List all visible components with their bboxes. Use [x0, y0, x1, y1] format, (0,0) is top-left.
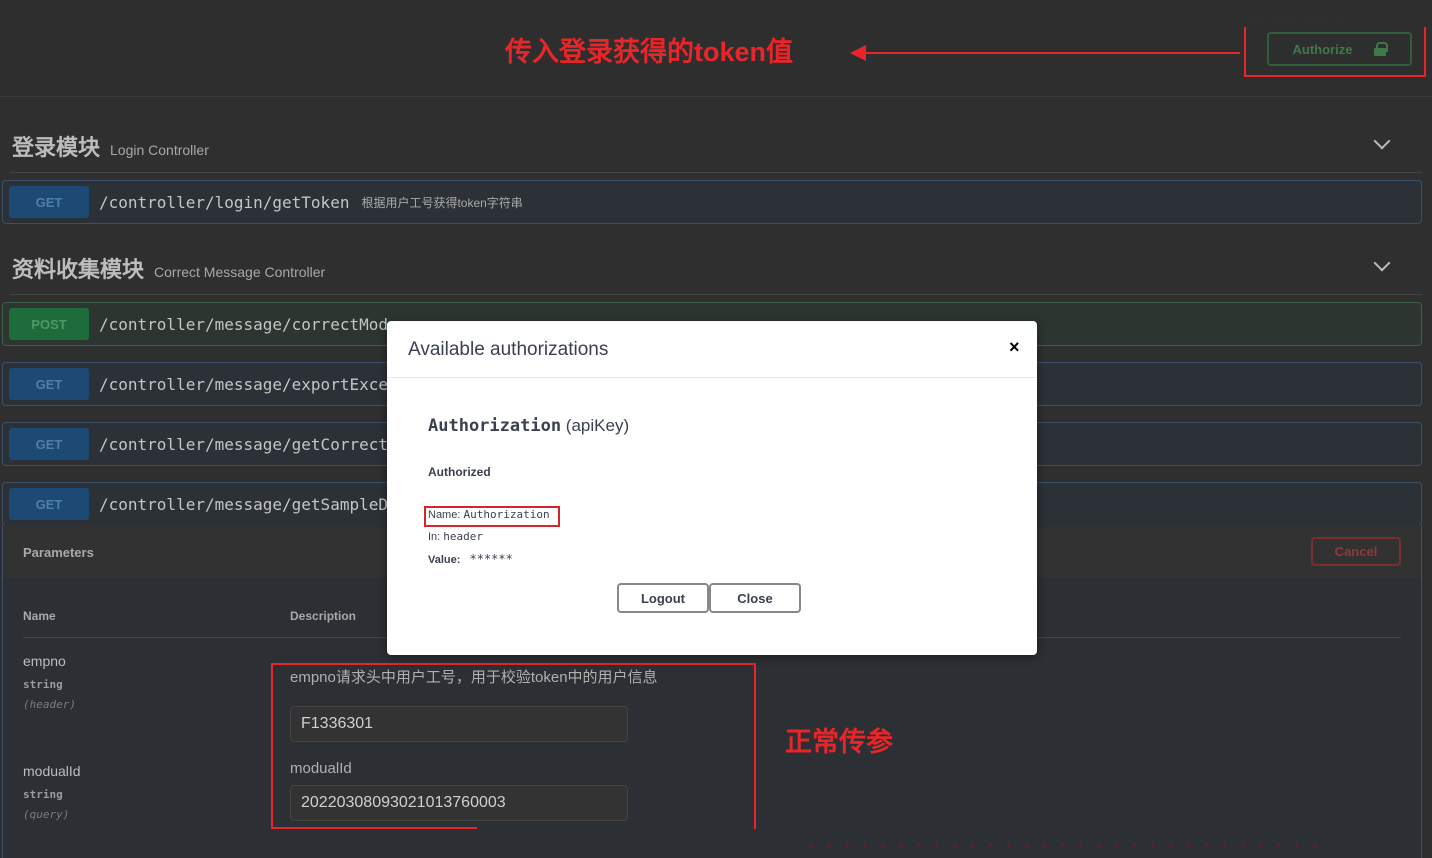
operation-path: /controller/message/correctMod [99, 314, 388, 334]
param-in: (header) [23, 698, 76, 711]
param-type: string [23, 788, 63, 801]
operation-path: /controller/message/getSampleD [99, 494, 388, 514]
parameters-title: Parameters [23, 545, 94, 560]
annotation-box-params-edge [271, 827, 477, 829]
divider [10, 294, 1422, 295]
operation-path: /controller/login/getToken [99, 192, 350, 212]
auth-value-label: Value: [428, 554, 461, 566]
chevron-down-icon[interactable] [1373, 132, 1391, 150]
modal-header: Available authorizations × [387, 321, 1037, 378]
close-button[interactable]: Close [709, 583, 801, 613]
logout-button[interactable]: Logout [617, 583, 709, 613]
auth-in-row: In: header [428, 530, 483, 543]
param-name: empno [23, 653, 66, 669]
operation-get-token[interactable]: GET /controller/login/getToken 根据用户工号获得t… [2, 180, 1422, 224]
annotation-box-params [271, 663, 756, 829]
auth-status: Authorized [428, 465, 491, 479]
method-badge: GET [9, 368, 89, 400]
auth-in-value: header [443, 530, 484, 543]
method-badge: GET [9, 488, 89, 520]
section-title: 登录模块 [12, 135, 101, 160]
column-header-description: Description [290, 609, 357, 623]
column-header-name: Name [23, 609, 56, 623]
method-badge: GET [9, 428, 89, 460]
auth-value-row: Value: ****** [428, 552, 513, 566]
annotation-normal-note: 正常传参 [785, 727, 893, 757]
watermark: ····························· [805, 822, 1327, 858]
section-header-login[interactable]: 登录模块 Login Controller [12, 130, 209, 162]
annotation-box-authorize [1244, 27, 1426, 77]
auth-in-label: In: [428, 531, 441, 543]
annotation-token-note: 传入登录获得的token值 [505, 37, 794, 67]
chevron-down-icon[interactable] [1373, 254, 1391, 272]
operation-path: /controller/message/exportExce [99, 374, 388, 394]
section-subtitle: Login Controller [110, 142, 209, 158]
modal-title: Available authorizations [408, 339, 609, 360]
auth-scheme-name: Authorization [428, 416, 562, 436]
cancel-button[interactable]: Cancel [1311, 537, 1401, 566]
close-icon[interactable]: × [1009, 337, 1020, 358]
section-header-message[interactable]: 资料收集模块 Correct Message Controller [12, 252, 325, 284]
annotation-box-name [424, 506, 560, 527]
param-type: string [23, 678, 63, 691]
operation-path: /controller/message/getCorrect [99, 434, 388, 454]
param-name: modualId [23, 763, 81, 779]
section-title: 资料收集模块 [12, 257, 145, 282]
method-badge: POST [9, 308, 89, 340]
authorization-modal: Available authorizations × Authorization… [387, 321, 1037, 655]
operation-summary: 根据用户工号获得token字符串 [361, 195, 523, 210]
auth-scheme-type: (apiKey) [565, 416, 630, 435]
param-in: (query) [23, 808, 70, 821]
divider [10, 172, 1422, 173]
auth-value-masked: ****** [469, 552, 513, 566]
annotation-arrow-line [862, 52, 1240, 54]
section-subtitle: Correct Message Controller [154, 264, 326, 280]
auth-scheme-title: Authorization (apiKey) [428, 416, 629, 436]
method-badge: GET [9, 186, 89, 218]
